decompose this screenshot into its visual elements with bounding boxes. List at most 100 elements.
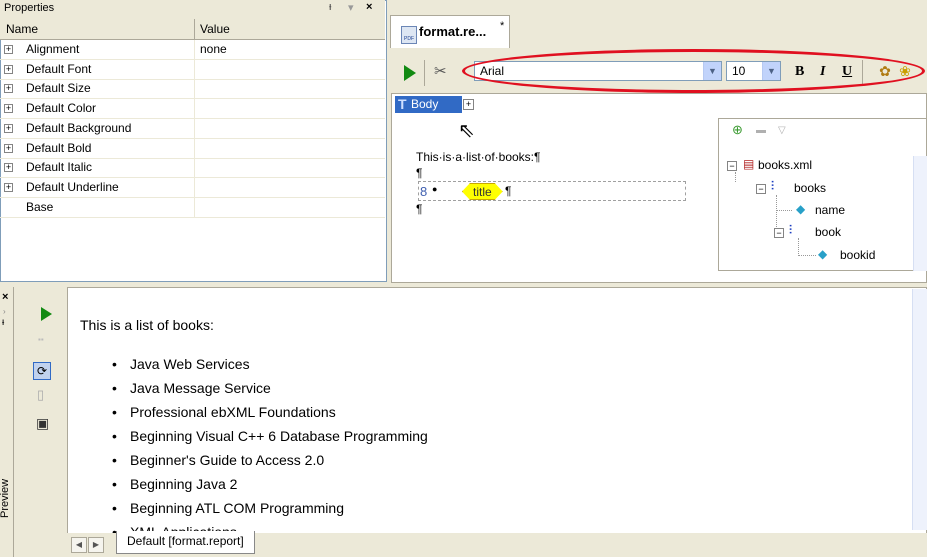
editor-text-line[interactable]: This·is·a·list·of·books:¶ <box>416 150 540 164</box>
xml-file-icon: ▤ <box>743 157 755 171</box>
book-title: Java Web Services <box>130 356 250 372</box>
property-row[interactable]: + Default Bold <box>0 138 385 159</box>
tree-node-bookid[interactable]: bookid <box>840 248 875 262</box>
bullet: • <box>112 380 117 396</box>
element-icon: ⫶ <box>771 179 775 193</box>
bullet: • <box>112 404 117 420</box>
property-name: Base <box>26 199 54 214</box>
properties-header: Name Value <box>0 19 385 40</box>
chevron-right-icon[interactable]: › <box>3 307 6 316</box>
property-row[interactable]: + Default Background <box>0 118 385 139</box>
clear-format-icon[interactable]: ✂ <box>434 62 447 80</box>
browser-view-icon[interactable]: ⟳ <box>33 362 51 380</box>
expand-icon[interactable]: + <box>4 182 13 192</box>
title-field-tag[interactable]: title <box>462 183 503 200</box>
property-row[interactable]: + Default Italic <box>0 158 385 179</box>
attribute-icon: ◆ <box>796 202 806 216</box>
pin-icon[interactable]: ᵻ <box>329 1 331 13</box>
body-tag[interactable]: T Body <box>395 96 462 113</box>
text-element-icon: T <box>398 96 407 112</box>
property-name: Alignment <box>26 42 80 56</box>
element-icon: ⫶ <box>789 223 793 237</box>
collapse-icon[interactable]: − <box>774 228 784 238</box>
expand-icon[interactable]: + <box>4 104 13 114</box>
stop-icon: ▪▪ <box>38 335 44 344</box>
collapse-icon[interactable]: − <box>727 161 737 171</box>
bullet: • <box>112 500 117 516</box>
text-view-icon[interactable]: ▯ <box>37 387 44 403</box>
paragraph-mark: ¶ <box>416 166 423 180</box>
column-header-value[interactable]: Value <box>200 22 230 36</box>
preview-heading: This is a list of books: <box>80 317 214 333</box>
book-title: Java Message Service <box>130 380 271 396</box>
expand-icon[interactable]: + <box>4 163 13 173</box>
column-header-name[interactable]: Name <box>6 22 38 36</box>
expand-icon[interactable]: + <box>4 64 13 74</box>
expand-icon[interactable]: + <box>4 84 13 94</box>
report-tab[interactable]: Default [format.report] <box>116 531 255 554</box>
property-row[interactable]: + Default Font <box>0 59 385 80</box>
expand-icon[interactable]: + <box>4 123 13 133</box>
expand-icon[interactable]: + <box>463 99 474 110</box>
property-row[interactable]: + Default Underline <box>0 177 385 198</box>
property-row[interactable]: + Default Color <box>0 99 385 120</box>
expand-icon[interactable]: + <box>4 143 13 153</box>
properties-title: Properties <box>4 2 55 14</box>
add-source-icon[interactable]: ⊕ <box>732 122 746 137</box>
body-tag-label: Body <box>411 97 439 111</box>
bullet: • <box>112 428 117 444</box>
toolbar-highlight-ellipse <box>462 49 925 93</box>
book-title: Beginning Visual C++ 6 Database Programm… <box>130 428 428 444</box>
property-name: Default Font <box>26 61 92 76</box>
collapse-icon[interactable]: − <box>756 184 766 194</box>
panel-menu-icon[interactable]: ▾ <box>348 1 354 14</box>
paragraph-mark: ¶ <box>416 202 423 216</box>
document-tab-label: format.re... <box>419 24 487 39</box>
tree-node-books[interactable]: books <box>794 181 826 195</box>
field-bullet: ● <box>432 184 438 194</box>
property-name: Default Background <box>26 120 132 135</box>
property-value[interactable]: none <box>200 42 227 56</box>
bullet: • <box>112 452 117 468</box>
property-row[interactable]: Base <box>0 197 385 218</box>
property-row[interactable]: + Default Size <box>0 79 385 100</box>
list-repeat-icon[interactable]: 8 <box>420 184 427 199</box>
book-title: Beginning Java 2 <box>130 476 238 492</box>
preview-side-label[interactable]: Preview <box>0 479 11 518</box>
attribute-icon: ◆ <box>818 247 828 261</box>
paragraph-mark: ¶ <box>505 184 512 198</box>
property-row[interactable]: + Alignment none <box>0 40 385 60</box>
bullet: • <box>112 356 117 372</box>
tree-node-name[interactable]: name <box>815 203 845 217</box>
expand-icon[interactable]: + <box>4 45 13 54</box>
property-name: Default Bold <box>26 140 92 155</box>
run-preview-icon[interactable] <box>41 307 52 321</box>
tree-scrollbar[interactable] <box>913 156 927 271</box>
tree-node-book[interactable]: book <box>815 225 841 239</box>
preview-scrollbar[interactable] <box>912 289 927 530</box>
properties-title-bar: Properties ᵻ ▾ × <box>0 0 385 20</box>
property-name: Default Italic <box>26 160 93 175</box>
pin-icon[interactable]: ᵻ <box>2 317 4 328</box>
properties-source-icon: ▽ <box>778 125 786 136</box>
modified-marker: * <box>500 20 505 32</box>
save-preview-icon[interactable]: ▣ <box>36 415 49 432</box>
tab-scroll-right-icon[interactable]: ▶ <box>88 537 104 553</box>
close-icon[interactable]: × <box>366 1 372 13</box>
list-field-box[interactable] <box>418 181 686 201</box>
property-name: Default Size <box>26 81 91 96</box>
bullet: • <box>112 476 117 492</box>
document-tab[interactable]: PDF format.re... * <box>390 15 510 48</box>
run-icon[interactable] <box>404 65 416 81</box>
property-name: Default Underline <box>26 179 119 194</box>
book-title: Professional ebXML Foundations <box>130 404 336 420</box>
property-name: Default Color <box>26 101 97 116</box>
tree-node-books-xml[interactable]: books.xml <box>758 158 812 172</box>
close-icon[interactable]: × <box>2 291 8 303</box>
tab-scroll-left-icon[interactable]: ◀ <box>71 537 87 553</box>
remove-source-icon: ▬ <box>756 125 766 136</box>
book-title: Beginning ATL COM Programming <box>130 500 344 516</box>
preview-toolbar: ▪▪ ⟳ ▯ ▣ <box>14 287 66 557</box>
book-title: Beginner's Guide to Access 2.0 <box>130 452 325 468</box>
mouse-cursor-icon: ⇖ <box>458 120 475 142</box>
